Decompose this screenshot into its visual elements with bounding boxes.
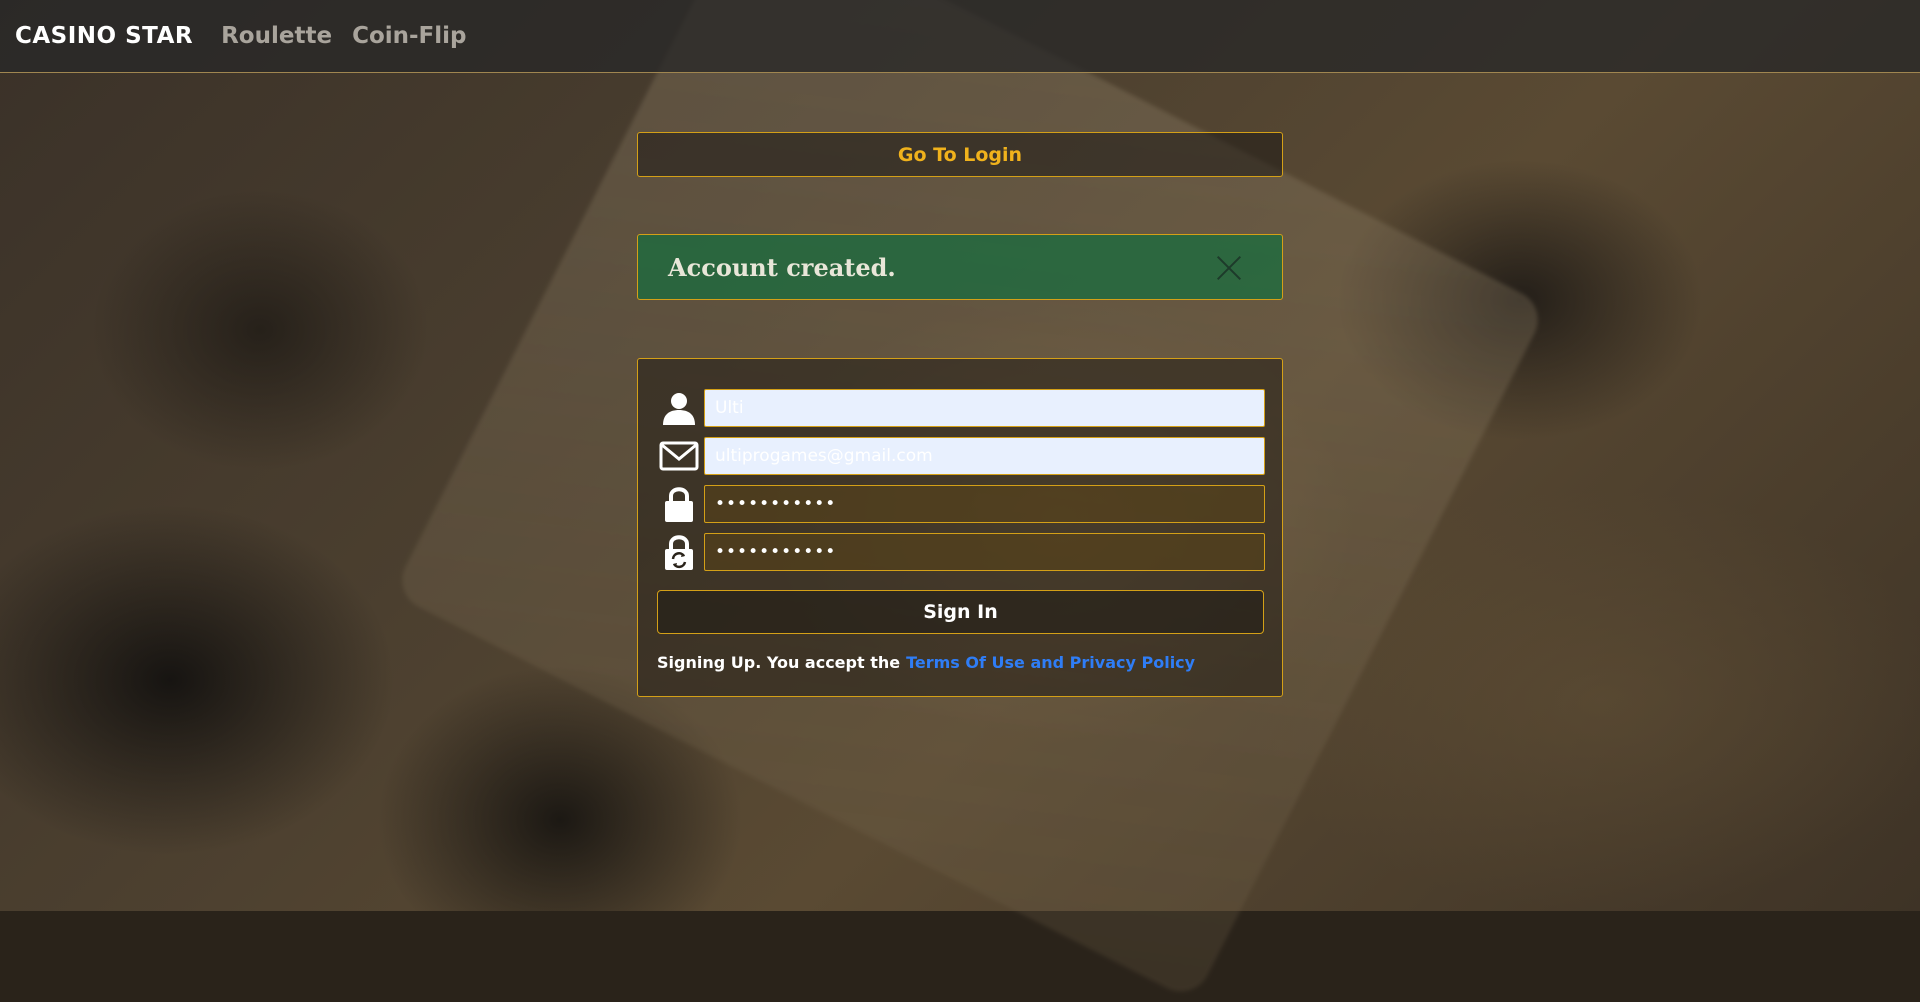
go-to-login-button[interactable]: Go To Login [637,132,1283,177]
email-row [657,436,1265,476]
lock-refresh-icon [657,532,701,572]
envelope-icon [657,436,701,476]
username-input[interactable] [704,389,1265,427]
confirm-password-input[interactable] [704,533,1265,571]
nav-link-coin-flip[interactable]: Coin-Flip [352,23,466,49]
nav-link-roulette[interactable]: Roulette [221,23,332,49]
terms-link[interactable]: Terms Of Use and Privacy Policy [906,653,1195,672]
success-alert: Account created. [637,234,1283,300]
close-icon[interactable] [1214,253,1244,283]
terms-notice: Signing Up. You accept the Terms Of Use a… [657,653,1195,672]
confirm-password-row [657,532,1265,572]
navbar: CASINO STAR Roulette Coin-Flip [0,0,1920,73]
sign-in-button[interactable]: Sign In [657,590,1264,634]
user-icon [657,388,701,428]
password-row [657,484,1265,524]
terms-prefix: Signing Up. You accept the [657,653,901,672]
password-input[interactable] [704,485,1265,523]
lock-icon [657,484,701,524]
username-row [657,388,1265,428]
brand-logo[interactable]: CASINO STAR [15,23,193,49]
email-input[interactable] [704,437,1265,475]
alert-message: Account created. [668,252,896,282]
signup-form: Sign In Signing Up. You accept the Terms … [637,358,1283,697]
